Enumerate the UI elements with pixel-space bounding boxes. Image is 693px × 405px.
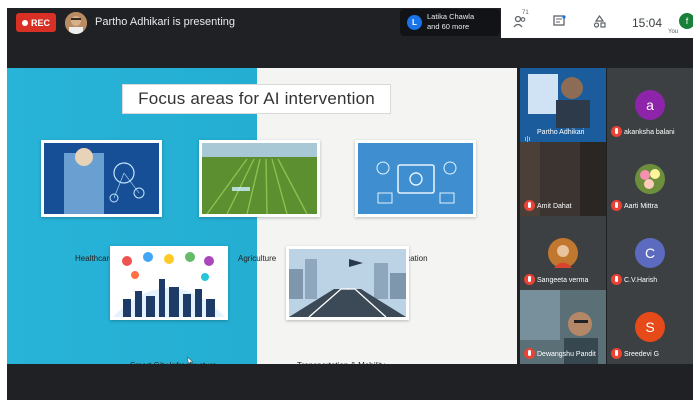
participants-line1: Latika Chawla <box>427 12 475 21</box>
slide-title: Focus areas for AI intervention <box>122 84 391 114</box>
record-dot-icon <box>21 19 28 26</box>
mic-off-icon <box>524 348 535 359</box>
education-image <box>355 140 476 217</box>
participant-tile[interactable]: Sangeeta verma <box>520 216 606 290</box>
meet-window: REC Partho Adhikari is presenting L Lati… <box>0 0 693 405</box>
participant-name: Amit Dahat <box>537 203 572 210</box>
participant-avatar: S <box>635 312 665 342</box>
healthcare-image <box>41 140 162 217</box>
participant-grid: Partho Adhikari a akanksha balani Amit D… <box>520 68 693 364</box>
participant-name: akanksha balani <box>624 129 675 136</box>
participant-avatar: a <box>635 90 665 120</box>
recording-badge: REC <box>16 13 56 32</box>
healthcare-caption: Healthcare <box>75 254 114 263</box>
top-bar: REC Partho Adhikari is presenting L Lati… <box>7 8 693 38</box>
presenter-avatar <box>65 12 87 34</box>
mic-off-icon <box>611 348 622 359</box>
participant-name: Dewangshu Pandit <box>537 351 596 358</box>
participant-tile[interactable]: a akanksha balani <box>607 68 693 142</box>
presenter-status: Partho Adhikari is presenting <box>95 16 236 28</box>
participant-name: Sreedevi G <box>624 351 660 358</box>
meeting-controls: 71 15:04 f You <box>501 8 693 38</box>
mic-off-icon <box>524 200 535 211</box>
recording-label: REC <box>30 17 50 28</box>
participants-summary: Latika Chawla and 60 more <box>427 12 474 32</box>
mic-off-icon <box>524 274 535 285</box>
participant-tile[interactable]: Aarti Mittra <box>607 142 693 216</box>
clock: 15:04 <box>632 16 663 30</box>
participants-count: 71 <box>522 10 529 16</box>
participant-tile[interactable]: Dewangshu Pandit <box>520 290 606 364</box>
presented-slide: Focus areas for AI intervention Healthca… <box>7 68 517 370</box>
people-icon[interactable] <box>513 15 527 31</box>
transportation-image <box>286 246 409 320</box>
bottom-bar <box>7 364 693 400</box>
mic-off-icon <box>611 200 622 211</box>
participants-chip[interactable]: L Latika Chawla and 60 more <box>400 9 500 36</box>
self-avatar[interactable]: f <box>679 13 693 29</box>
speaking-indicator-icon <box>525 129 531 142</box>
participant-name: Aarti Mittra <box>624 203 658 210</box>
mic-off-icon <box>611 126 622 137</box>
participant-name: Sangeeta verma <box>537 277 589 284</box>
participant-avatar: L <box>407 15 422 30</box>
participant-name: C.V.Harish <box>624 277 658 284</box>
smart-city-image <box>110 246 228 320</box>
participant-avatar: C <box>635 238 665 268</box>
chat-icon[interactable] <box>553 15 566 31</box>
agriculture-caption: Agriculture <box>238 254 277 263</box>
self-label: You <box>668 29 679 35</box>
participants-line2: and 60 more <box>427 22 470 31</box>
participant-tile[interactable]: C C.V.Harish <box>607 216 693 290</box>
participant-tile[interactable]: Partho Adhikari <box>520 68 606 142</box>
participant-tile[interactable]: Amit Dahat <box>520 142 606 216</box>
activities-icon[interactable] <box>593 14 606 31</box>
participant-photo <box>548 238 578 268</box>
agriculture-image <box>199 140 320 217</box>
mic-off-icon <box>611 274 622 285</box>
meeting-stage: Focus areas for AI intervention Healthca… <box>7 38 693 400</box>
participant-tile[interactable]: S Sreedevi G <box>607 290 693 364</box>
participant-photo <box>635 164 665 194</box>
participant-name: Partho Adhikari <box>537 129 585 136</box>
